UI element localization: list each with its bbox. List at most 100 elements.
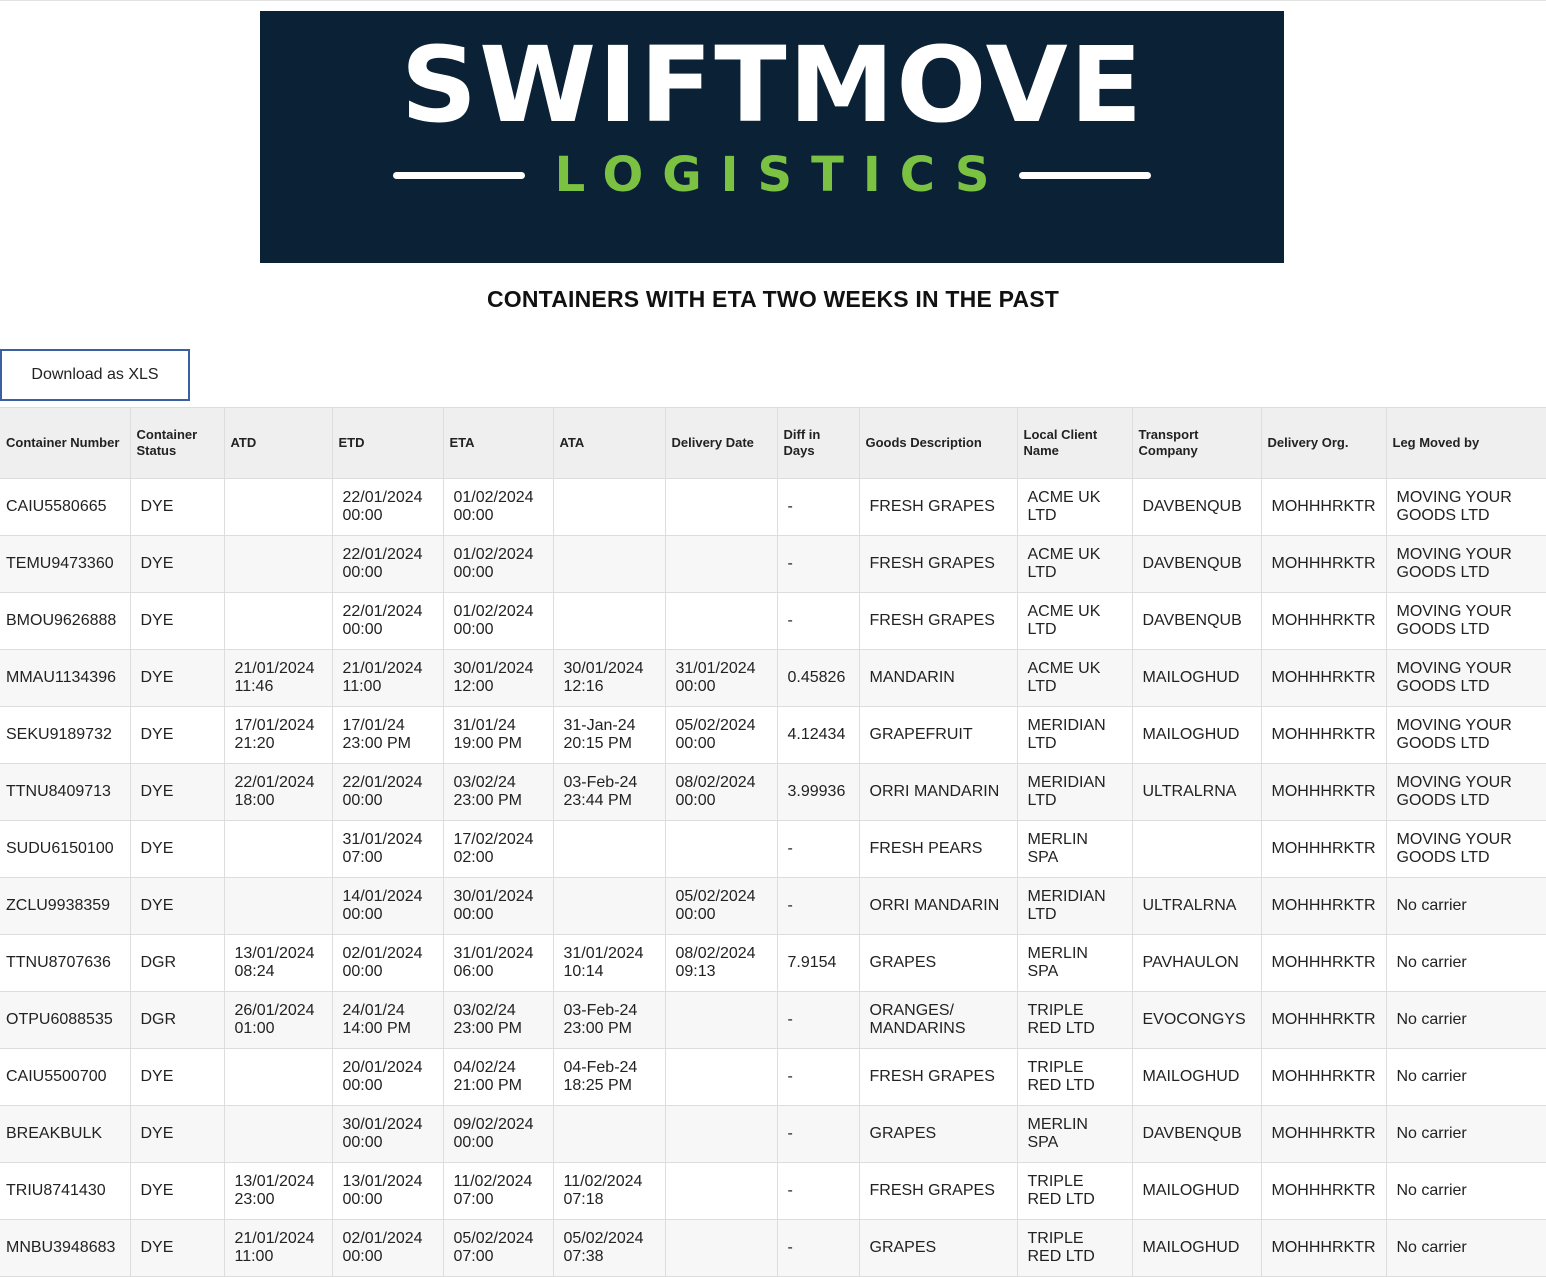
cell-leg-moved-by: No carrier (1386, 1105, 1546, 1163)
containers-table: Container Number Container Status ATD ETD ET… (0, 407, 1546, 1277)
cell-diff-in-days: - (777, 877, 860, 935)
cell-container-number: TRIU8741430 (0, 1162, 131, 1220)
cell-etd: 22/01/2024 00:00 (332, 592, 444, 650)
cell-leg-moved-by: MOVING YOUR GOODS LTD (1386, 592, 1546, 650)
cell-delivery-org: MOHHHRKTR (1261, 478, 1387, 536)
cell-diff-in-days: 7.9154 (777, 934, 860, 992)
logo-subtext: LOGISTICS (554, 147, 1009, 203)
cell-local-client-name: MERLIN SPA (1017, 1105, 1133, 1163)
cell-container-status: DYE (130, 1162, 225, 1220)
table-row: TRIU8741430 DYE 13/01/2024 23:00 13/01/2024… (0, 1162, 1546, 1220)
cell-leg-moved-by: No carrier (1386, 877, 1546, 935)
cell-transport-company: MAILOGHUD (1132, 1162, 1262, 1220)
table-row: CAIU5500700 DYE 20/01/2024 00:00 04/02/24 2… (0, 1048, 1546, 1106)
logo-rule-right (1019, 171, 1152, 179)
cell-local-client-name: ACME UK LTD (1017, 592, 1133, 650)
logo-subline: LOGISTICS (392, 147, 1152, 203)
cell-transport-company: DAVBENQUB (1132, 1105, 1262, 1163)
cell-ata: 03-Feb-24 23:44 PM (553, 763, 666, 821)
cell-container-number: MMAU1134396 (0, 649, 131, 707)
cell-container-status: DYE (130, 763, 225, 821)
cell-delivery-org: MOHHHRKTR (1261, 1162, 1387, 1220)
cell-local-client-name: TRIPLE RED LTD (1017, 1219, 1133, 1277)
cell-eta: 01/02/2024 00:00 (443, 535, 554, 593)
cell-transport-company: MAILOGHUD (1132, 1048, 1262, 1106)
cell-atd: 13/01/2024 23:00 (224, 1162, 333, 1220)
cell-eta: 04/02/24 21:00 PM (443, 1048, 554, 1106)
cell-delivery-date (665, 478, 778, 536)
cell-eta: 01/02/2024 00:00 (443, 478, 554, 536)
cell-delivery-date (665, 535, 778, 593)
cell-leg-moved-by: No carrier (1386, 1048, 1546, 1106)
cell-container-number: OTPU6088535 (0, 991, 131, 1049)
cell-diff-in-days: - (777, 1219, 860, 1277)
cell-etd: 24/01/24 14:00 PM (332, 991, 444, 1049)
cell-delivery-org: MOHHHRKTR (1261, 991, 1387, 1049)
cell-leg-moved-by: MOVING YOUR GOODS LTD (1386, 535, 1546, 593)
cell-delivery-org: MOHHHRKTR (1261, 592, 1387, 650)
cell-eta: 30/01/2024 12:00 (443, 649, 554, 707)
table-body: CAIU5580665 DYE 22/01/2024 00:00 01/02/2024… (0, 478, 1546, 1277)
table-row: MMAU1134396 DYE 21/01/2024 11:46 21/01/2024… (0, 649, 1546, 707)
cell-atd: 13/01/2024 08:24 (224, 934, 333, 992)
cell-delivery-org: MOHHHRKTR (1261, 763, 1387, 821)
cell-container-status: DGR (130, 991, 225, 1049)
cell-container-status: DYE (130, 535, 225, 593)
table-header: Container Number Container Status ATD ETD ET… (0, 407, 1546, 479)
cell-container-number: CAIU5580665 (0, 478, 131, 536)
column-header-leg-moved-by: Leg Moved by (1386, 407, 1546, 479)
cell-container-number: MNBU3948683 (0, 1219, 131, 1277)
cell-delivery-date (665, 1219, 778, 1277)
cell-delivery-date (665, 592, 778, 650)
cell-container-status: DYE (130, 649, 225, 707)
cell-ata: 31/01/2024 10:14 (553, 934, 666, 992)
cell-etd: 14/01/2024 00:00 (332, 877, 444, 935)
cell-transport-company: MAILOGHUD (1132, 649, 1262, 707)
cell-ata (553, 592, 666, 650)
top-divider (0, 0, 1546, 1)
cell-goods-description: GRAPES (859, 1219, 1018, 1277)
download-xls-button[interactable]: Download as XLS (0, 349, 190, 401)
column-header-container-status: Container Status (130, 407, 225, 479)
cell-atd (224, 478, 333, 536)
cell-container-status: DYE (130, 706, 225, 764)
cell-transport-company: PAVHAULON (1132, 934, 1262, 992)
column-header-goods-description: Goods Description (859, 407, 1018, 479)
cell-etd: 22/01/2024 00:00 (332, 763, 444, 821)
table-row: TEMU9473360 DYE 22/01/2024 00:00 01/02/2024… (0, 535, 1546, 593)
header-row: Container Number Container Status ATD ETD ET… (0, 407, 1546, 479)
cell-transport-company: MAILOGHUD (1132, 706, 1262, 764)
cell-diff-in-days: - (777, 991, 860, 1049)
table-row: BMOU9626888 DYE 22/01/2024 00:00 01/02/2024… (0, 592, 1546, 650)
cell-container-number: SEKU9189732 (0, 706, 131, 764)
cell-container-status: DGR (130, 934, 225, 992)
cell-local-client-name: MERLIN SPA (1017, 934, 1133, 992)
cell-local-client-name: MERIDIAN LTD (1017, 706, 1133, 764)
column-header-eta: ETA (443, 407, 554, 479)
cell-goods-description: FRESH PEARS (859, 820, 1018, 878)
cell-delivery-org: MOHHHRKTR (1261, 877, 1387, 935)
column-header-transport-company: Transport Company (1132, 407, 1262, 479)
cell-goods-description: GRAPES (859, 1105, 1018, 1163)
cell-ata (553, 535, 666, 593)
cell-container-status: DYE (130, 820, 225, 878)
column-header-local-client-name: Local Client Name (1017, 407, 1133, 479)
cell-etd: 02/01/2024 00:00 (332, 934, 444, 992)
cell-eta: 01/02/2024 00:00 (443, 592, 554, 650)
cell-goods-description: FRESH GRAPES (859, 1048, 1018, 1106)
cell-eta: 11/02/2024 07:00 (443, 1162, 554, 1220)
cell-atd: 26/01/2024 01:00 (224, 991, 333, 1049)
cell-eta: 03/02/24 23:00 PM (443, 763, 554, 821)
cell-transport-company: EVOCONGYS (1132, 991, 1262, 1049)
cell-etd: 22/01/2024 00:00 (332, 478, 444, 536)
cell-eta: 31/01/24 19:00 PM (443, 706, 554, 764)
cell-diff-in-days: - (777, 1105, 860, 1163)
page-title: CONTAINERS WITH ETA TWO WEEKS IN THE PAS… (486, 286, 1060, 312)
cell-etd: 30/01/2024 00:00 (332, 1105, 444, 1163)
cell-goods-description: MANDARIN (859, 649, 1018, 707)
cell-delivery-date (665, 1162, 778, 1220)
cell-delivery-date: 31/01/2024 00:00 (665, 649, 778, 707)
cell-container-status: DYE (130, 592, 225, 650)
cell-container-number: TTNU8409713 (0, 763, 131, 821)
cell-goods-description: ORRI MANDARIN (859, 877, 1018, 935)
